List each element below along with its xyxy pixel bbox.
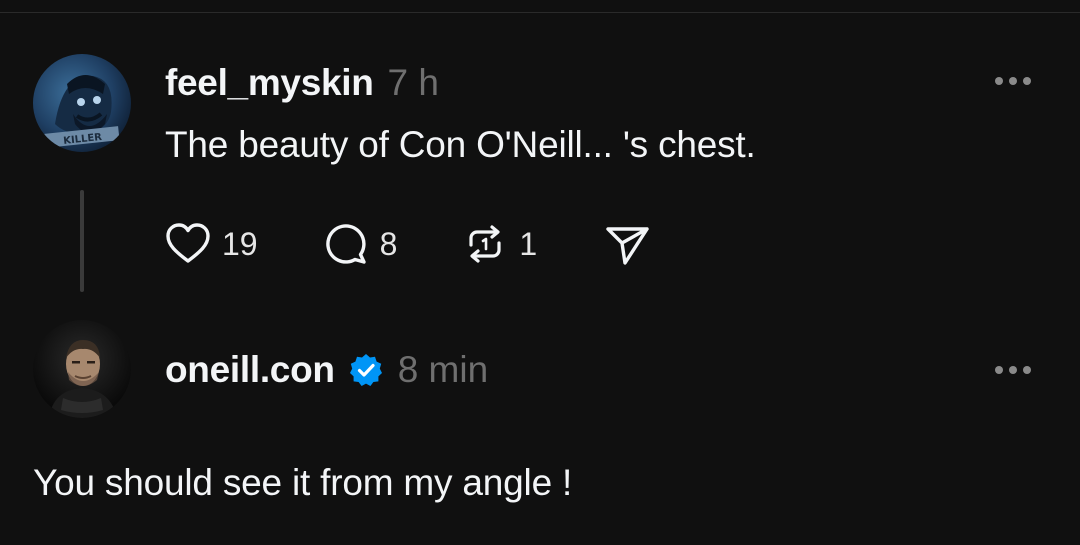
avatar-image [33, 320, 131, 418]
verified-badge-icon [348, 352, 384, 388]
post-header: feel_myskin 7 h [165, 58, 439, 108]
more-icon [995, 77, 1003, 85]
username[interactable]: oneill.con [165, 349, 335, 391]
more-icon-dot [1009, 366, 1017, 374]
timestamp: 8 min [397, 349, 489, 390]
repost-count: 1 [519, 225, 538, 262]
post-actions: 19 8 1 [162, 218, 653, 270]
reply-button[interactable]: 8 [320, 218, 398, 270]
top-divider [0, 12, 1080, 13]
more-icon-dot [1023, 77, 1031, 85]
more-options-button[interactable] [986, 67, 1040, 95]
reply-count: 8 [379, 225, 398, 262]
username[interactable]: feel_myskin [165, 62, 374, 104]
avatar-oneill-con[interactable] [33, 320, 131, 418]
heart-icon [166, 223, 210, 263]
timestamp: 7 h [387, 62, 439, 103]
share-button[interactable] [601, 218, 653, 270]
more-options-button[interactable] [986, 356, 1040, 384]
post-text: You should see it from my angle ! [33, 462, 573, 503]
avatar-image: KILLER [33, 54, 131, 152]
thread-connector-line [80, 190, 84, 292]
repost-icon [469, 225, 501, 263]
avatar-feel-myskin[interactable]: KILLER [33, 54, 131, 152]
more-icon-dot [1023, 366, 1031, 374]
send-icon [606, 227, 649, 265]
post-header: oneill.con 8 min [165, 344, 488, 396]
more-icon-dot [1009, 77, 1017, 85]
more-icon [995, 366, 1003, 374]
repost-button[interactable]: 1 [459, 218, 537, 270]
post-text: The beauty of Con O'Neill... 's chest. [165, 124, 756, 165]
comment-icon [325, 224, 366, 264]
like-button[interactable]: 19 [162, 218, 258, 270]
like-count: 19 [222, 225, 258, 262]
